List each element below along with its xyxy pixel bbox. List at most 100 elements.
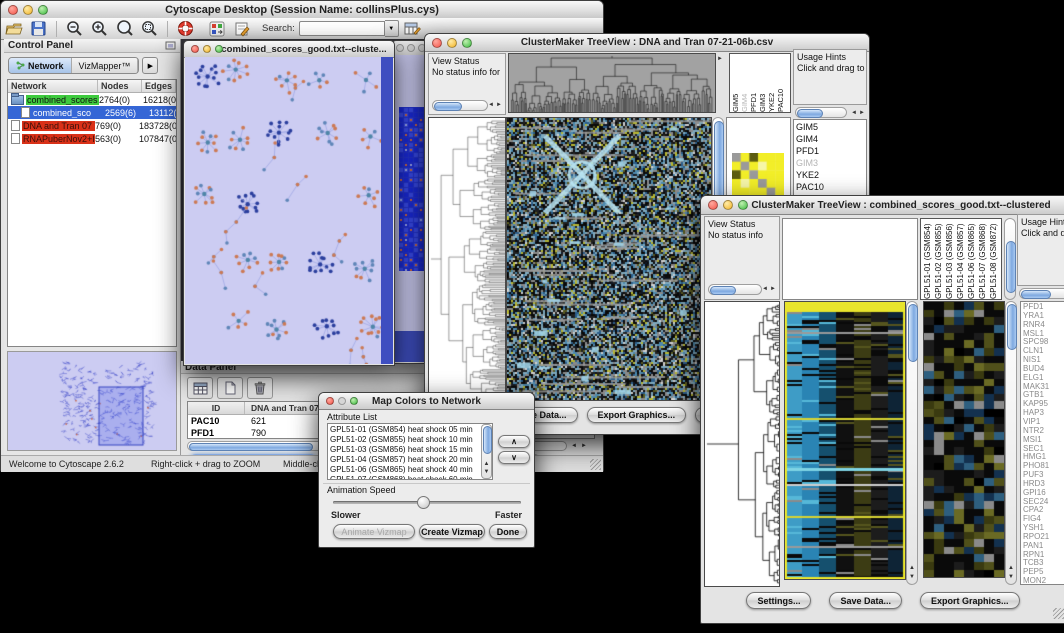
zoom-window-icon[interactable] — [38, 5, 48, 15]
attribute-item[interactable]: GPL51-03 (GSM856) heat shock 15 min — [330, 445, 490, 455]
column-header-id[interactable]: ID — [188, 402, 245, 414]
speed-slider-thumb[interactable] — [417, 496, 430, 509]
dense-network-canvas[interactable] — [399, 107, 425, 271]
network-navigator[interactable] — [7, 351, 177, 451]
attribute-item[interactable]: GPL51-02 (GSM855) heat shock 10 min — [330, 435, 490, 445]
usage-hints-scrollbar[interactable] — [1019, 288, 1064, 299]
scrollbar-thumb[interactable] — [710, 286, 736, 295]
network-row[interactable]: DNA and Tran 07 769(0) 183728(0) — [8, 119, 176, 132]
scroll-up-icon[interactable]: ▲ — [908, 564, 916, 572]
attribute-item[interactable]: GPL51-04 (GSM857) heat shock 20 min — [330, 455, 490, 465]
tab-network[interactable]: Network — [9, 58, 72, 73]
attribute-table-button[interactable] — [403, 20, 422, 38]
scroll-right-icon[interactable]: ► — [770, 285, 776, 293]
window-controls[interactable] — [8, 5, 48, 15]
scrollbar-thumb[interactable] — [1007, 304, 1017, 350]
column-label[interactable]: GPL51-04 (GSM857) — [956, 219, 967, 299]
scroll-down-icon[interactable]: ▼ — [908, 573, 916, 581]
scrollbar-thumb[interactable] — [1006, 241, 1016, 293]
heatmap-canvas[interactable] — [506, 117, 712, 401]
close-icon[interactable] — [432, 38, 442, 48]
scroll-right-icon[interactable]: ► — [859, 109, 865, 117]
move-up-button[interactable]: ∧ — [498, 435, 530, 448]
animate-vizmap-button[interactable]: Animate Vizmap — [333, 524, 415, 539]
move-down-button[interactable]: ∨ — [498, 451, 530, 464]
zoom-out-button[interactable] — [65, 20, 84, 38]
column-label[interactable]: GIM4 — [741, 54, 750, 112]
network-canvas-2[interactable] — [393, 55, 426, 362]
network-row[interactable]: combined_sco 2569(6) 13112(15) — [8, 106, 176, 119]
resize-grip[interactable] — [590, 459, 601, 470]
list-vscrollbar[interactable]: ▲ ▼ — [481, 424, 492, 479]
minimize-icon[interactable] — [338, 397, 346, 405]
network-row[interactable]: combined_scores 2764(0) 16218(0) — [8, 93, 176, 106]
gene-dendrogram-canvas[interactable] — [428, 117, 506, 401]
column-dendrogram-area[interactable] — [782, 218, 918, 300]
scroll-up-icon[interactable]: ▲ — [483, 460, 490, 468]
scrollbar-thumb[interactable] — [434, 102, 462, 111]
labels-vscrollbar[interactable] — [1004, 218, 1016, 300]
zoom-fit-button[interactable] — [115, 20, 134, 38]
close-icon[interactable] — [396, 44, 404, 52]
column-label[interactable]: GPL51-07 (GSM868) — [978, 219, 989, 299]
zoom-vscrollbar[interactable]: ▲ ▼ — [1005, 301, 1017, 585]
gene-dendrogram-canvas[interactable] — [704, 301, 780, 587]
column-label[interactable]: GPL51-08 (GSM872) — [989, 219, 1000, 299]
vizmapper-button[interactable] — [207, 20, 226, 38]
attribute-item[interactable]: GPL51-06 (GSM865) heat shock 40 min — [330, 465, 490, 475]
cytoscape-titlebar[interactable]: Cytoscape Desktop (Session Name: collins… — [1, 1, 603, 19]
minimize-icon[interactable] — [447, 38, 457, 48]
gene-label[interactable]: PAC10 — [796, 181, 866, 193]
zoom-window-icon[interactable] — [350, 397, 358, 405]
column-label[interactable]: GPL51-01 (GSM854) — [923, 219, 934, 299]
network-view-titlebar[interactable]: combined_scores_good.txt--cluste... — [184, 41, 394, 58]
scrollbar-thumb[interactable] — [1021, 290, 1051, 299]
done-button[interactable]: Done — [489, 524, 527, 539]
usage-hints-scrollbar[interactable] — [795, 107, 847, 118]
gene-label[interactable]: GIM4 — [796, 133, 866, 145]
tab-vizmapper[interactable]: VizMapper™ — [72, 58, 139, 73]
treeview2-titlebar[interactable]: ClusterMaker TreeView : combined_scores_… — [701, 196, 1064, 215]
heatmap-vscrollbar[interactable]: ▲ ▼ — [906, 301, 918, 585]
main-heatmap-canvas[interactable] — [784, 301, 906, 580]
treeview-button[interactable]: Export Graphics... — [587, 407, 687, 423]
save-button[interactable] — [29, 20, 48, 38]
zoom-in-button[interactable] — [90, 20, 109, 38]
titlebar[interactable] — [392, 41, 427, 56]
scrollbar-thumb[interactable] — [797, 109, 823, 118]
column-label[interactable]: PAC10 — [777, 54, 786, 112]
network-graph-canvas[interactable] — [185, 57, 381, 364]
minimize-icon[interactable] — [23, 5, 33, 15]
zoom-selected-button[interactable] — [140, 20, 159, 38]
zoom-heatmap-canvas[interactable] — [923, 301, 1005, 578]
close-icon[interactable] — [326, 397, 334, 405]
expand-arrow-icon[interactable]: ► — [717, 55, 723, 63]
treeview-button[interactable]: Settings... — [746, 592, 811, 609]
column-label[interactable]: GIM5 — [732, 54, 741, 112]
column-label[interactable]: YKE2 — [768, 54, 777, 112]
scroll-left-icon[interactable]: ◄ — [851, 109, 857, 117]
column-label[interactable]: PFD1 — [750, 54, 759, 112]
scroll-down-icon[interactable]: ▼ — [1007, 573, 1015, 581]
column-label[interactable]: GPL51-06 (GSM865) — [967, 219, 978, 299]
search-input[interactable] — [299, 21, 385, 36]
scroll-left-icon[interactable]: ◄ — [762, 285, 768, 293]
column-label[interactable]: GIM3 — [759, 54, 768, 112]
help-button[interactable] — [176, 20, 195, 38]
scroll-left-icon[interactable]: ◄ — [569, 442, 579, 450]
float-panel-icon[interactable] — [165, 41, 176, 50]
create-vizmap-button[interactable]: Create Vizmap — [419, 524, 485, 539]
network-vscrollbar[interactable] — [381, 57, 393, 364]
open-file-button[interactable] — [4, 20, 23, 38]
gene-label[interactable]: GIM3 — [796, 157, 866, 169]
attribute-item[interactable]: GPL51-07 (GSM868) heat shock 60 min — [330, 475, 490, 480]
scroll-right-icon[interactable]: ► — [496, 101, 502, 109]
select-attributes-button[interactable] — [187, 377, 213, 399]
gene-label[interactable]: GIM5 — [796, 121, 866, 133]
create-attribute-button[interactable] — [217, 377, 243, 399]
scrollbar-thumb[interactable] — [483, 426, 492, 454]
scroll-right-icon[interactable]: ► — [579, 442, 589, 450]
zoom-window-icon[interactable] — [215, 45, 223, 53]
column-dendrogram-canvas[interactable] — [508, 53, 716, 113]
minimize-icon[interactable] — [203, 45, 211, 53]
